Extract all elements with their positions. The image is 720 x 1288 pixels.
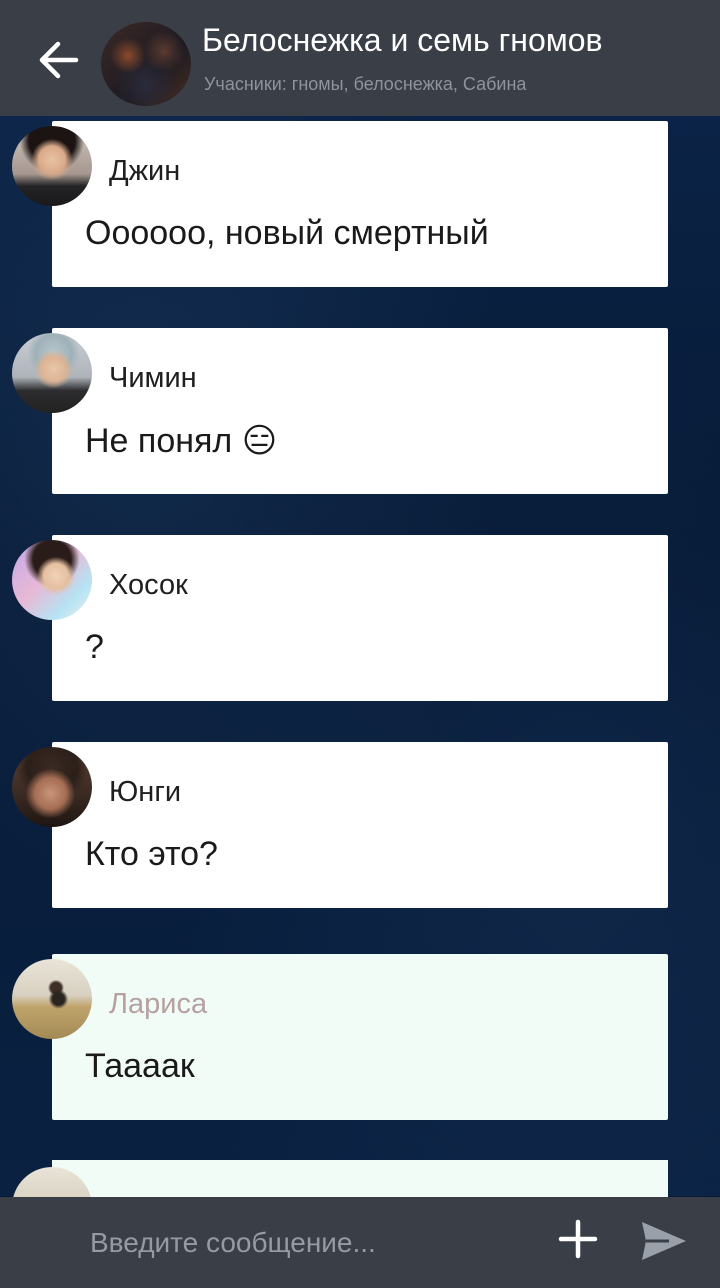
- chat-header: Белоснежка и семь гномов Учасники: гномы…: [0, 0, 720, 116]
- chat-participants: Учасники: гномы, белоснежка, Сабина: [204, 74, 527, 94]
- message-sender[interactable]: Юнги: [109, 776, 181, 809]
- avatar[interactable]: [12, 540, 92, 620]
- message-item[interactable]: Джин Оооооо, новый смертный: [0, 121, 720, 289]
- message-item[interactable]: Юнги Кто это?: [0, 742, 720, 910]
- message-sender[interactable]: Лариса: [109, 988, 207, 1021]
- attach-button[interactable]: [552, 1215, 604, 1267]
- avatar[interactable]: [12, 747, 92, 827]
- message-sender[interactable]: Джин: [109, 155, 180, 188]
- message-bubble[interactable]: [52, 742, 668, 908]
- message-sender[interactable]: Чимин: [109, 362, 197, 395]
- send-icon: [639, 1219, 689, 1268]
- message-bubble[interactable]: [52, 535, 668, 701]
- message-input[interactable]: Введите сообщение...: [70, 1211, 540, 1275]
- chat-title[interactable]: Белоснежка и семь гномов: [202, 22, 702, 59]
- avatar[interactable]: [12, 126, 92, 206]
- send-button[interactable]: [636, 1215, 692, 1271]
- message-item[interactable]: Хосок ?: [0, 535, 720, 703]
- message-item[interactable]: Чимин Не понял 😑: [0, 328, 720, 496]
- message-item[interactable]: Лариса Таааак: [0, 954, 720, 1122]
- group-avatar[interactable]: [101, 22, 191, 106]
- arrow-left-icon: [36, 40, 80, 85]
- message-text: ?: [85, 628, 104, 666]
- avatar[interactable]: [12, 333, 92, 413]
- message-bubble[interactable]: [52, 121, 668, 287]
- message-sender[interactable]: Хосок: [109, 569, 188, 602]
- message-composer: Введите сообщение...: [0, 1197, 720, 1288]
- plus-icon: [558, 1219, 598, 1264]
- message-text: Таааак: [85, 1047, 195, 1085]
- message-text: Не понял 😑: [85, 422, 278, 460]
- message-text: Оооооо, новый смертный: [85, 214, 489, 252]
- message-bubble[interactable]: [52, 954, 668, 1120]
- back-button[interactable]: [30, 34, 86, 90]
- avatar[interactable]: [12, 959, 92, 1039]
- message-text: Кто это?: [85, 835, 218, 873]
- chat-screen: Белоснежка и семь гномов Учасники: гномы…: [0, 0, 720, 1288]
- message-bubble[interactable]: [52, 328, 668, 494]
